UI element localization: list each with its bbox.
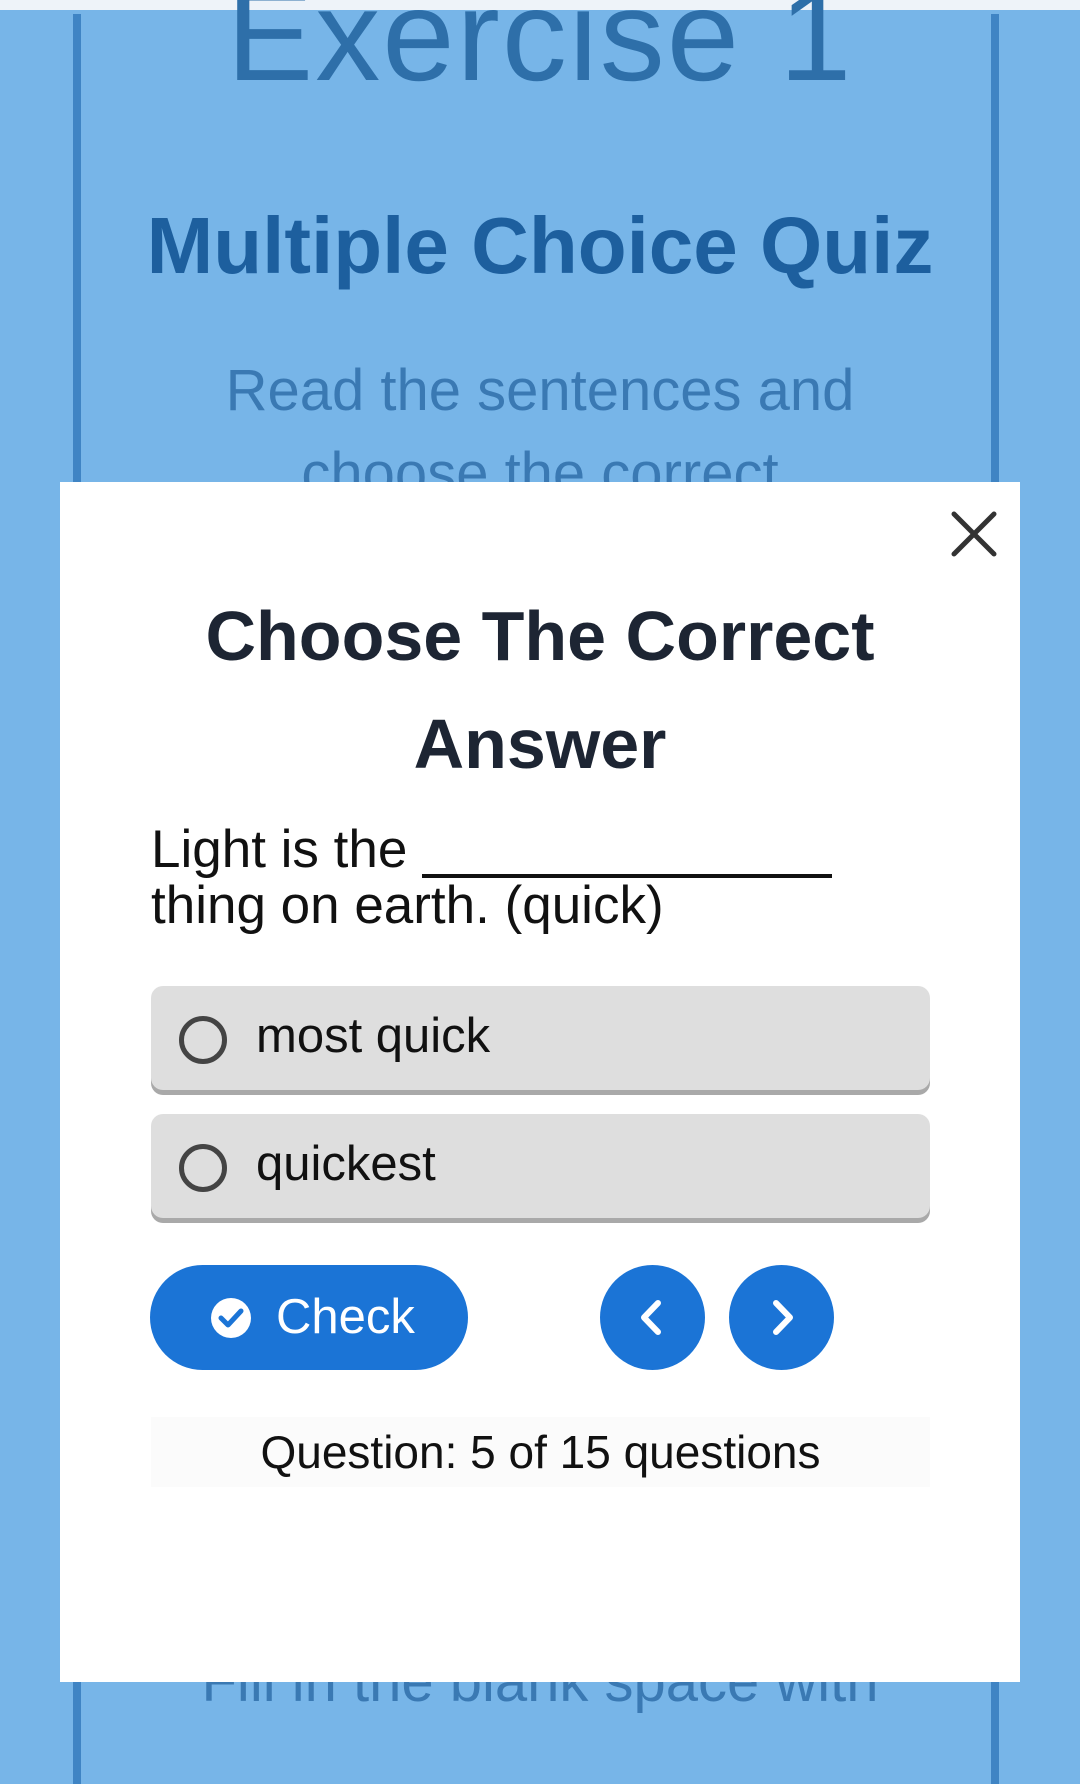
next-question-button[interactable] xyxy=(729,1265,834,1370)
question-progress: Question: 5 of 15 questions xyxy=(151,1417,930,1487)
answer-option-most-quick[interactable]: most quick xyxy=(151,986,930,1090)
close-icon[interactable] xyxy=(944,504,1004,564)
instruction-line-1: Read the sentences and xyxy=(225,358,855,423)
modal-title: Choose The Correct Answer xyxy=(205,597,875,783)
answer-option-quickest[interactable]: quickest xyxy=(151,1114,930,1218)
previous-question-button[interactable] xyxy=(600,1265,705,1370)
option-label: most quick xyxy=(256,1009,491,1063)
exercise-title: Exercise 1 xyxy=(226,0,854,108)
answer-blank xyxy=(422,828,833,878)
quiz-modal: Choose The Correct Answer Light is the t… xyxy=(60,482,1020,1682)
question-text: Light is the thing on earth. (quick) xyxy=(151,822,911,934)
question-before: Light is the xyxy=(151,820,408,879)
question-after: thing on earth. (quick) xyxy=(151,876,664,935)
radio-button[interactable] xyxy=(179,1144,227,1192)
check-button-label: Check xyxy=(276,1290,415,1344)
check-button[interactable]: Check xyxy=(150,1265,468,1370)
check-circle-icon xyxy=(210,1297,252,1339)
quiz-subtitle: Multiple Choice Quiz xyxy=(146,201,934,290)
radio-button[interactable] xyxy=(179,1016,227,1064)
option-label: quickest xyxy=(256,1137,436,1191)
